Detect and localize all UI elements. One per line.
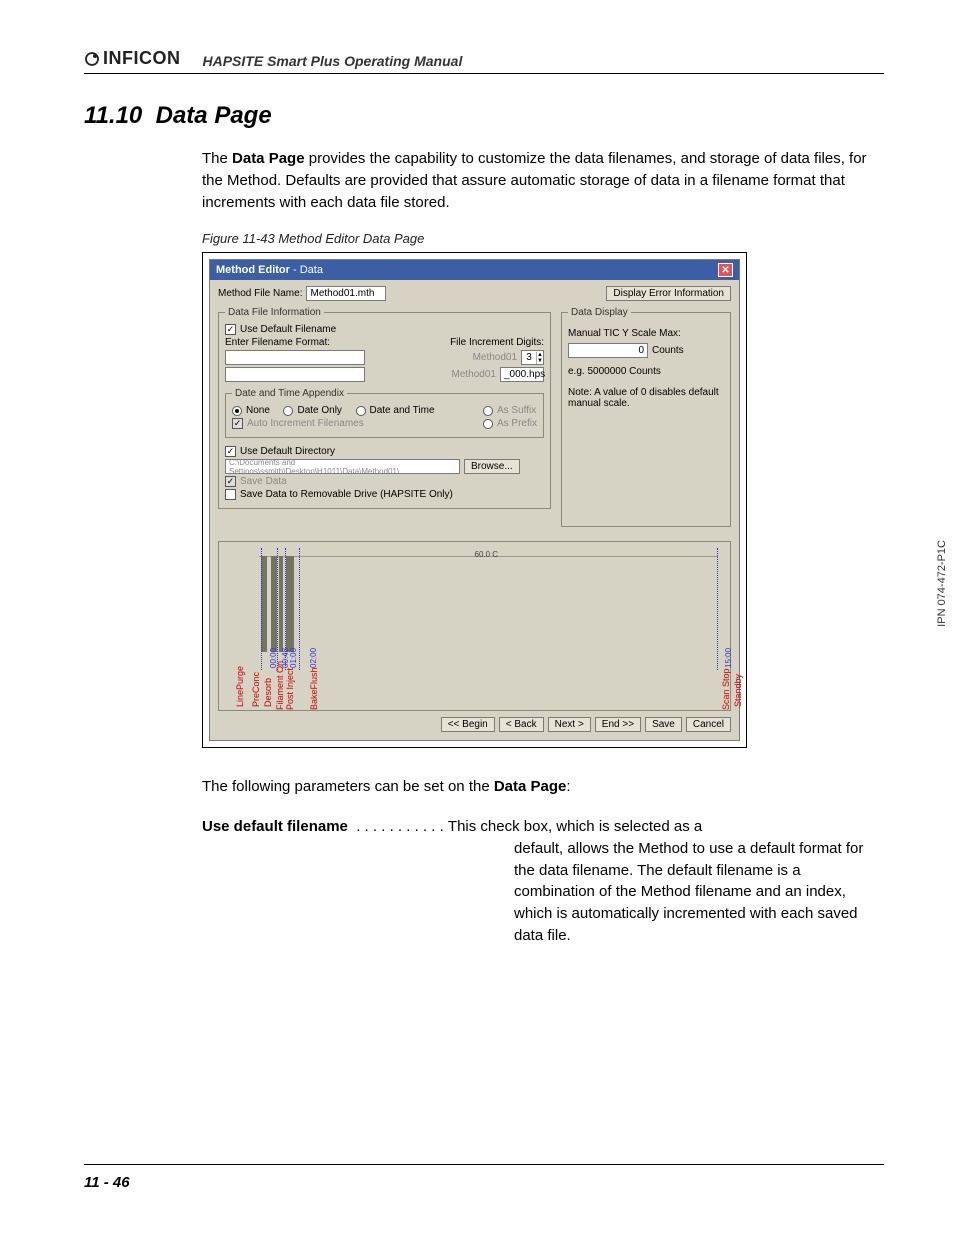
side-note: IPN 074-472-P1C (936, 540, 948, 627)
method-file-label: Method File Name: (218, 288, 302, 299)
section-number: 11.10 (84, 102, 142, 129)
file-inc-digits-spinner[interactable]: 3 ▲▼ (521, 350, 544, 365)
preview2-right: _000.hps (500, 367, 544, 382)
method-file-input[interactable]: Method01.mth (306, 286, 386, 301)
page-header: INFICON HAPSITE Smart Plus Operating Man… (84, 48, 884, 74)
preview2-left: Method01 (452, 369, 496, 380)
save-data-checkbox (225, 476, 236, 487)
display-error-button[interactable]: Display Error Information (606, 286, 731, 301)
next-button[interactable]: Next > (548, 717, 591, 732)
cancel-button[interactable]: Cancel (686, 717, 731, 732)
footer-rule (84, 1164, 884, 1165)
group-data-file-info: Data File Information Use Default Filena… (218, 307, 551, 509)
file-inc-digits-label: File Increment Digits: (450, 337, 544, 348)
filename-preview-input[interactable] (225, 367, 365, 382)
auto-increment-checkbox (232, 418, 243, 429)
manual-tic-label: Manual TIC Y Scale Max: (568, 328, 724, 339)
param-dots: . . . . . . . . . . . (348, 816, 448, 838)
intro-paragraph: The Data Page provides the capability to… (202, 148, 884, 213)
radio-date-time[interactable] (356, 406, 366, 416)
param-desc-rest: default, allows the Method to use a defa… (514, 838, 884, 947)
manual-tic-input[interactable]: 0 (568, 343, 648, 358)
use-default-directory-checkbox[interactable] (225, 446, 236, 457)
brand-logo: INFICON (84, 48, 181, 69)
directory-path-input[interactable]: C:\Documents and Settings\ssmith\Desktop… (225, 459, 460, 474)
section-title: Data Page (156, 102, 272, 129)
end-button[interactable]: End >> (595, 717, 641, 732)
timeline-temp: 60.0 C (475, 550, 499, 559)
preview1-left: Method01 (473, 352, 517, 363)
figure-caption: Figure 11-43 Method Editor Data Page (202, 231, 884, 246)
save-button[interactable]: Save (645, 717, 682, 732)
window: Method Editor - Data ✕ Method File Name:… (209, 259, 740, 741)
begin-button[interactable]: << Begin (441, 717, 495, 732)
screenshot-frame: Method Editor - Data ✕ Method File Name:… (202, 252, 747, 748)
group-data-display: Data Display Manual TIC Y Scale Max: 0 C… (561, 307, 731, 527)
page-number: 11 - 46 (84, 1174, 130, 1191)
radio-as-prefix (483, 419, 493, 429)
browse-button[interactable]: Browse... (464, 459, 520, 474)
radio-none[interactable] (232, 406, 242, 416)
window-title: Method Editor - Data (216, 264, 323, 276)
close-icon[interactable]: ✕ (718, 263, 733, 277)
eg-text: e.g. 5000000 Counts (568, 366, 724, 377)
back-button[interactable]: < Back (499, 717, 544, 732)
brand-text: INFICON (103, 48, 181, 69)
note-text: Note: A value of 0 disables default manu… (568, 387, 724, 409)
use-default-filename-label: Use Default Filename (240, 324, 336, 335)
param-term: Use default filename (202, 816, 348, 838)
section-heading: 11.10 Data Page (84, 102, 884, 130)
wizard-nav: << Begin < Back Next > End >> Save Cance… (218, 717, 731, 732)
filename-format-input[interactable] (225, 350, 365, 365)
radio-as-suffix (483, 406, 493, 416)
enter-format-label: Enter Filename Format: (225, 337, 330, 348)
param-block: Use default filename . . . . . . . . . .… (202, 816, 884, 947)
timeline-chart: 60.0 C 00:00 00:48 01:00 02:00 15:00 Lin… (218, 541, 731, 711)
radio-date-only[interactable] (283, 406, 293, 416)
use-default-filename-checkbox[interactable] (225, 324, 236, 335)
param-desc-line1: This check box, which is selected as a (448, 816, 702, 838)
save-removable-checkbox[interactable] (225, 489, 236, 500)
group-date-time-appendix: Date and Time Appendix None Date Only (225, 388, 544, 438)
followup-paragraph: The following parameters can be set on t… (202, 776, 884, 798)
window-titlebar: Method Editor - Data ✕ (210, 260, 739, 280)
manual-title: HAPSITE Smart Plus Operating Manual (203, 53, 463, 69)
